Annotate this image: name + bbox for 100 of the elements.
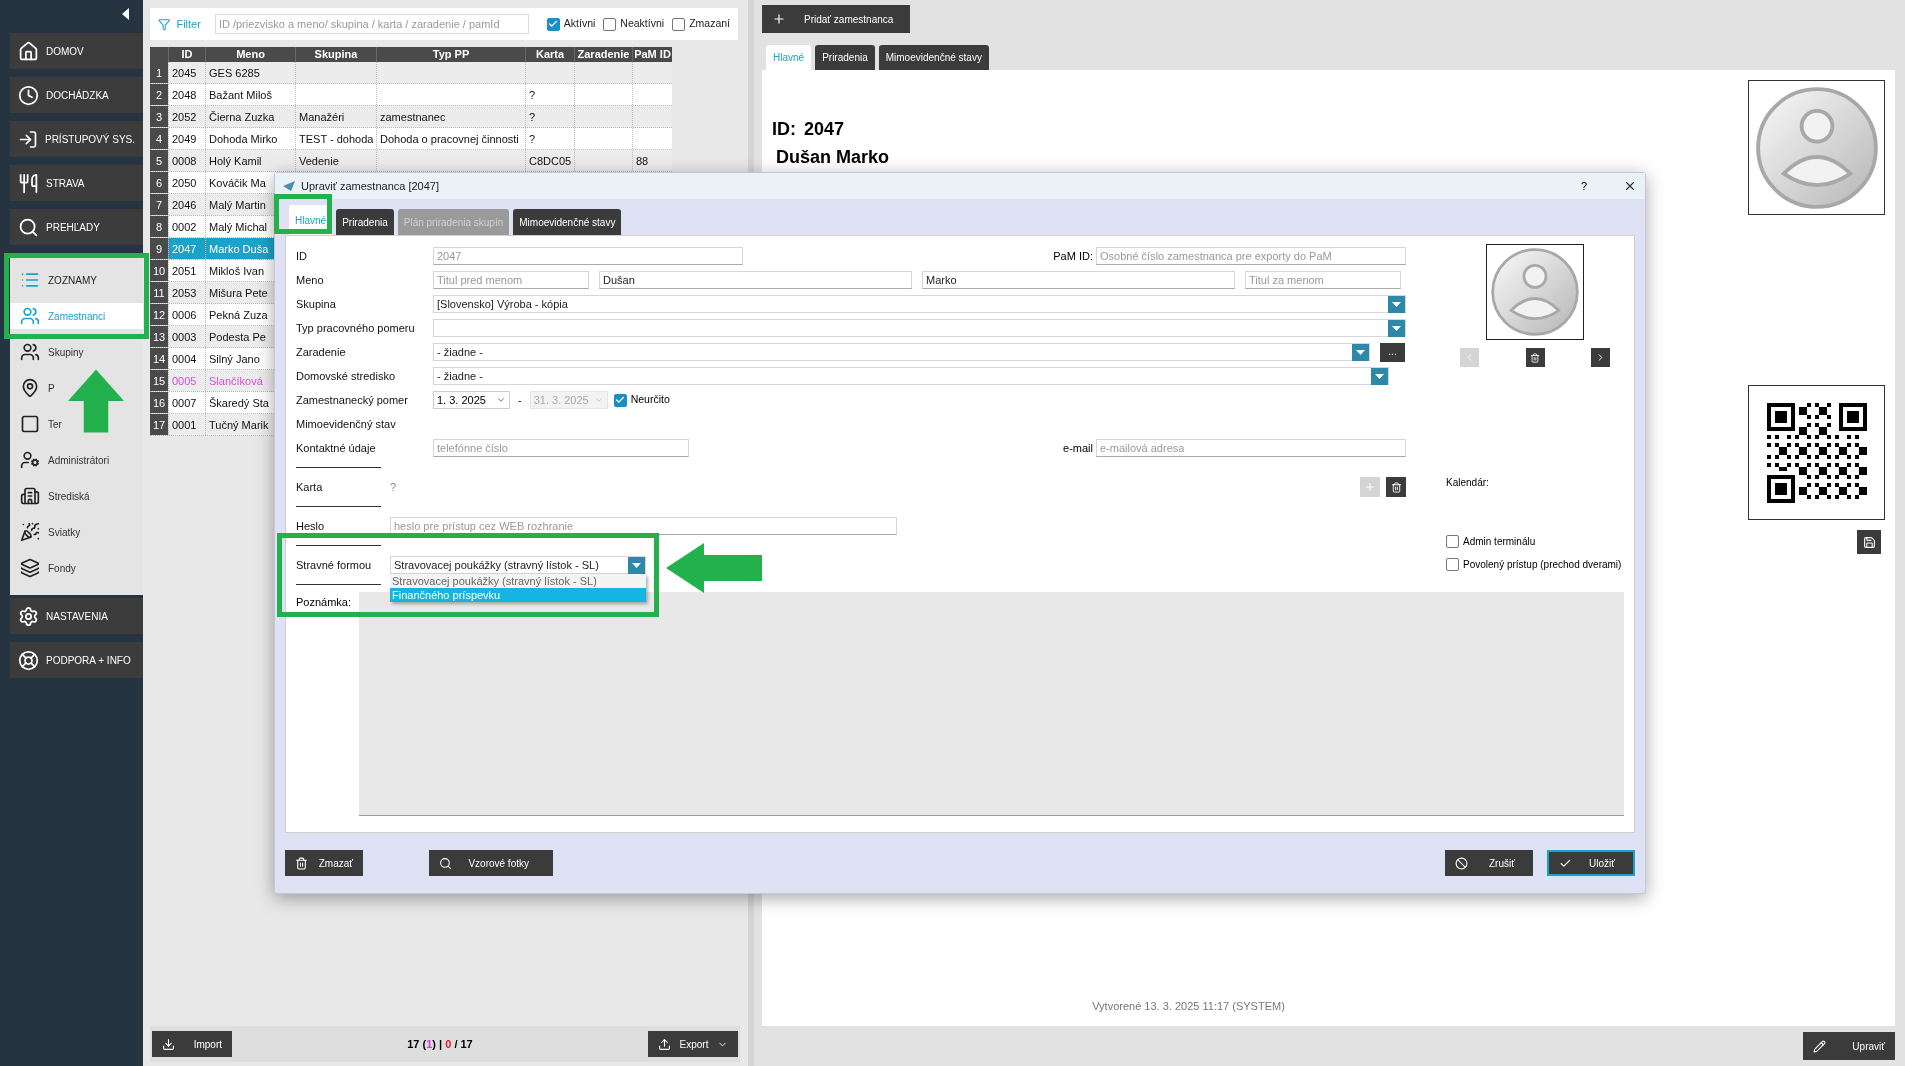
tab[interactable]: Priradenia <box>815 45 875 70</box>
last-name-field[interactable]: Marko <box>922 271 1235 289</box>
table-cell: Dohoda Mirko <box>209 133 278 145</box>
tab[interactable]: Mimoevidenčné stavy <box>513 209 622 235</box>
table-row[interactable]: 3 2052 Čierna Zuzka Manažéri zamestnanec ? <box>150 106 672 128</box>
nav-button[interactable]: PREHĽADY <box>10 209 143 245</box>
table-row[interactable]: 1 2045 GES 6285 <box>150 62 672 84</box>
dialog-title: Upraviť zamestnanca [2047] <box>301 178 440 194</box>
first-name-field[interactable]: Dušan <box>599 271 912 289</box>
table-cell: Kováčik Ma <box>209 177 266 189</box>
menu-item[interactable]: Fondy <box>10 555 86 581</box>
table-row[interactable]: 2 2048 Bažant Miloš ? <box>150 84 672 106</box>
table-cell: Manažéri <box>299 111 345 123</box>
table-cell: C8DC05 <box>529 155 572 167</box>
field-label: Poznámka: <box>296 595 353 610</box>
nav-button[interactable]: DOMOV <box>10 33 143 69</box>
title-after-field[interactable]: Titul za menom <box>1245 271 1401 289</box>
nav-button[interactable]: NASTAVENIA <box>10 598 143 634</box>
table-cell: ? <box>529 111 536 123</box>
tab[interactable]: Mimoevidenčné stavy <box>878 45 989 70</box>
filter-field[interactable]: ID /priezvisko a meno/ skupina / karta / zaradenie / pamId <box>214 14 529 34</box>
row-number: 9 <box>150 238 168 259</box>
table-cell: 88 <box>636 155 649 167</box>
field-label: Mimoevidenčný stav <box>296 416 397 432</box>
dropdown-field[interactable]: - žiadne - <box>433 343 1370 361</box>
row-number: 7 <box>150 194 168 215</box>
menu-item[interactable]: P <box>10 375 65 401</box>
pam-id-field[interactable]: Osobné číslo zamestnanca pre exporty do PaM <box>1096 247 1406 265</box>
nav-button[interactable]: PODPORA + INFO <box>10 642 143 678</box>
menu-item[interactable]: Strediská <box>10 483 100 509</box>
menu-item[interactable]: Skupiny <box>10 339 94 365</box>
nav-button[interactable]: STRAVA <box>10 165 143 201</box>
row-number: 14 <box>150 348 168 369</box>
table-cell: 2047 <box>172 243 197 255</box>
row-number: 10 <box>150 260 168 281</box>
import-button[interactable]: Import <box>152 1031 232 1057</box>
more-button[interactable]: ... <box>1380 342 1405 362</box>
tab[interactable]: Priradenia <box>336 209 394 235</box>
table-cell: zamestnanec <box>380 111 446 123</box>
table-row[interactable]: 4 2049 Dohoda Mirko TEST - dohoda Dohoda o pracovnej činnosti ? <box>150 128 672 150</box>
table-cell: Malý Michal <box>209 221 268 233</box>
email-field[interactable]: e-mailová adresa <box>1096 439 1406 457</box>
field-label: Kontaktné údaje <box>296 440 377 456</box>
add-employee-button[interactable]: Pridať zamestnanca <box>762 5 910 33</box>
table-cell: ? <box>529 133 536 145</box>
table-cell: 0004 <box>172 353 197 365</box>
field-label: Typ pracovného pomeru <box>296 320 416 336</box>
row-number: 5 <box>150 150 168 171</box>
section-button[interactable]: ZOZNAMY <box>10 267 107 293</box>
table-cell: Podesta Pe <box>209 331 266 343</box>
row-number: 12 <box>150 304 168 325</box>
table-cell: Vedenie <box>299 155 339 167</box>
save-button[interactable]: Uložiť <box>1547 850 1635 876</box>
table-cell: Malý Martin <box>209 199 266 211</box>
edit-button[interactable]: Upraviť <box>1803 1032 1895 1060</box>
filter-label: Filter <box>176 16 201 32</box>
date-separator: - <box>518 392 522 408</box>
table-row[interactable]: 5 0008 Holý Kamil Vedenie C8DC05 88 <box>150 150 672 172</box>
phone-field[interactable]: telefónne číslo <box>433 439 689 457</box>
table-cell: 2050 <box>172 177 197 189</box>
export-button[interactable]: Export <box>648 1031 738 1057</box>
table-cell: 2045 <box>172 67 197 79</box>
dropdown-option[interactable]: Stravovacej poukážky (stravný lístok - SL) <box>390 574 646 588</box>
table-cell: 0005 <box>172 375 197 387</box>
checkbox-label: Neurčito <box>630 392 670 408</box>
menu-item[interactable]: Sviatky <box>10 519 91 545</box>
title-before-field[interactable]: Titul pred menom <box>433 271 589 289</box>
table-cell: Dohoda o pracovnej činnosti <box>380 133 519 145</box>
row-number: 16 <box>150 392 168 413</box>
row-number: 8 <box>150 216 168 237</box>
menu-item[interactable]: Administrátori <box>10 447 120 473</box>
table-cell: 2049 <box>172 133 197 145</box>
field-label: ID <box>296 248 308 264</box>
nav-button[interactable]: DOCHÁDZKA <box>10 77 143 113</box>
row-number: 1 <box>150 62 168 83</box>
dropdown-field[interactable]: [Slovensko] Výroba - kópia <box>433 295 1406 313</box>
nav-button[interactable]: PRÍSTUPOVÝ SYS. <box>10 121 143 157</box>
meal-form-dropdown[interactable]: Stravovacej poukážky (stravný lístok - SL) <box>390 556 646 574</box>
help-button[interactable]: ? <box>1580 177 1587 195</box>
row-number: 13 <box>150 326 168 347</box>
checkbox-label: Neaktívni <box>620 16 665 32</box>
table-cell: 2046 <box>172 199 197 211</box>
id-value: 2047 <box>804 118 845 141</box>
cancel-button[interactable]: Zrušiť <box>1445 850 1533 876</box>
table-cell: Slančíková <box>209 375 263 387</box>
field-label: Heslo <box>296 518 326 534</box>
password-field[interactable]: heslo pre prístup cez WEB rozhranie <box>390 517 897 535</box>
dropdown-field[interactable]: - žiadne - <box>433 367 1389 385</box>
table-cell: TEST - dohoda <box>299 133 374 145</box>
delete-button[interactable]: Zmazať <box>285 850 363 876</box>
table-cell: 2051 <box>172 265 197 277</box>
table-cell: GES 6285 <box>209 67 260 79</box>
menu-item[interactable]: Ter <box>10 411 72 437</box>
checkbox-label: Admin terminálu <box>1463 535 1536 549</box>
card-value: ? <box>390 479 397 495</box>
date-field[interactable]: 1. 3. 2025 <box>433 391 510 409</box>
row-number: 17 <box>150 414 168 435</box>
field-label: Domovské stredisko <box>296 368 397 384</box>
sample-photos-button[interactable]: Vzorové fotky <box>429 850 553 876</box>
record-counter: 17 (1) | 0 / 17 <box>407 1036 473 1052</box>
